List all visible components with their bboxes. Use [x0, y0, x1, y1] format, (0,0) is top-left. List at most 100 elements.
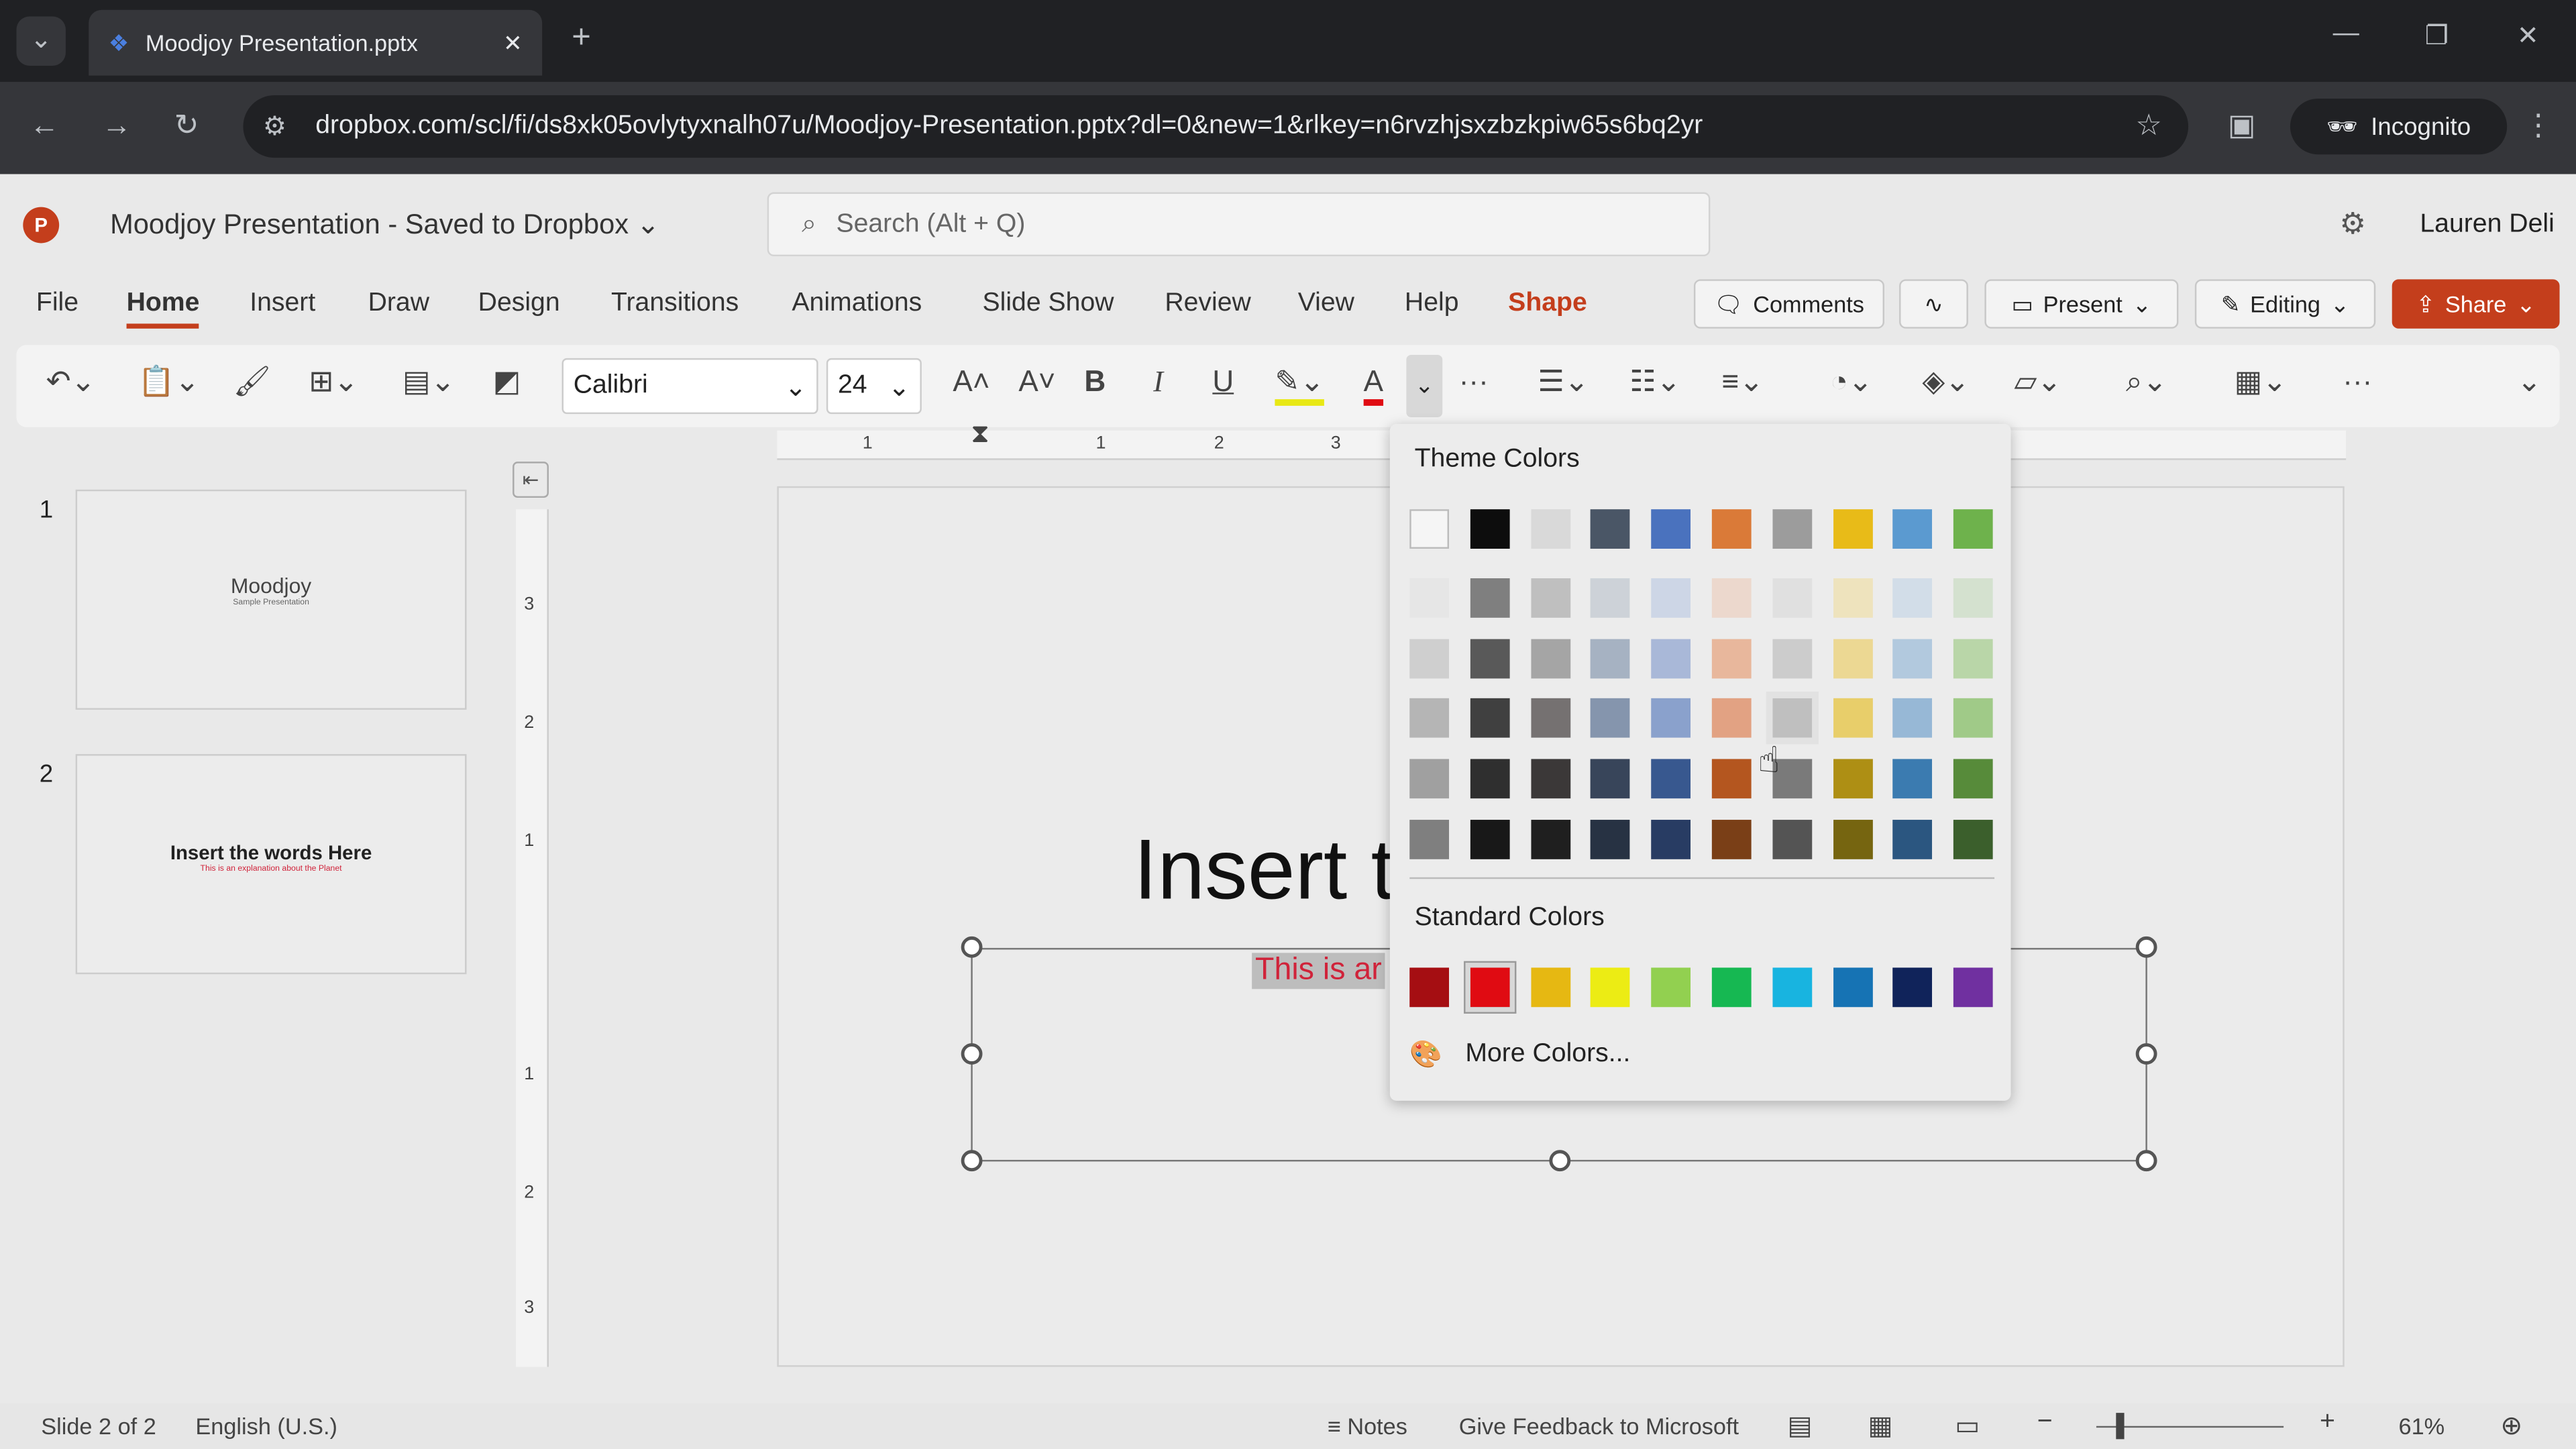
theme-color-swatch[interactable]: [1591, 578, 1631, 618]
find-icon[interactable]: ⌕⌄: [2126, 365, 2167, 399]
theme-color-swatch[interactable]: [1833, 639, 1872, 679]
theme-color-swatch[interactable]: [1711, 509, 1752, 549]
undo-icon[interactable]: ↶⌄: [46, 365, 96, 399]
activity-button[interactable]: ∿: [1899, 279, 1968, 329]
theme-color-swatch[interactable]: [1893, 820, 1933, 859]
theme-color-swatch[interactable]: [1772, 509, 1812, 549]
user-name[interactable]: Lauren Deli: [2420, 210, 2554, 239]
theme-color-swatch[interactable]: [1530, 759, 1570, 799]
theme-color-swatch[interactable]: [1409, 698, 1450, 738]
tab-file[interactable]: File: [36, 289, 78, 319]
slide-thumbnail-1[interactable]: Moodjoy Sample Presentation: [75, 489, 467, 710]
share-button[interactable]: ⇪ Share ⌄: [2392, 279, 2560, 329]
tab-slide-show[interactable]: Slide Show: [983, 289, 1114, 319]
theme-color-swatch[interactable]: [1409, 639, 1450, 679]
font-family-select[interactable]: Calibri ⌄: [561, 358, 818, 415]
standard-color-swatch[interactable]: [1893, 967, 1933, 1008]
selected-subtitle-text[interactable]: This is ar: [1252, 953, 1385, 989]
slide-sorter-icon[interactable]: ▦: [1868, 1409, 1893, 1442]
theme-color-swatch[interactable]: [1651, 509, 1691, 549]
theme-color-swatch[interactable]: [1711, 820, 1752, 859]
theme-color-swatch[interactable]: [1833, 698, 1872, 738]
zoom-slider-thumb[interactable]: [2116, 1413, 2125, 1440]
tab-search-chevron-icon[interactable]: ⌄: [16, 16, 66, 66]
notes-button[interactable]: ≡ Notes: [1328, 1413, 1407, 1439]
theme-color-swatch[interactable]: [1470, 639, 1510, 679]
theme-color-swatch[interactable]: [1651, 698, 1691, 738]
theme-color-swatch[interactable]: [1470, 759, 1510, 799]
standard-color-swatch[interactable]: [1711, 967, 1752, 1008]
expand-ribbon-icon[interactable]: ⌄: [2517, 365, 2542, 399]
theme-color-swatch[interactable]: [1470, 578, 1510, 618]
document-title[interactable]: Moodjoy Presentation - Saved to Dropbox …: [110, 209, 659, 241]
resize-handle[interactable]: [1549, 1150, 1571, 1172]
feedback-link[interactable]: Give Feedback to Microsoft: [1459, 1413, 1739, 1439]
font-size-select[interactable]: 24 ⌄: [826, 358, 922, 415]
resize-handle[interactable]: [961, 1150, 983, 1172]
theme-color-swatch[interactable]: [1711, 639, 1752, 679]
theme-color-swatch[interactable]: [1530, 639, 1570, 679]
reload-icon[interactable]: ↻: [174, 109, 199, 143]
theme-color-swatch[interactable]: [1591, 509, 1631, 549]
theme-color-swatch[interactable]: [1772, 820, 1812, 859]
browser-tab[interactable]: ❖ Moodjoy Presentation.pptx ✕: [89, 9, 543, 76]
reading-view-icon[interactable]: ▭: [1955, 1409, 1980, 1442]
theme-color-swatch[interactable]: [1953, 759, 1994, 799]
zoom-slider[interactable]: [2096, 1426, 2284, 1428]
zoom-in-icon[interactable]: +: [2320, 1408, 2335, 1438]
theme-color-swatch[interactable]: [1591, 820, 1631, 859]
theme-color-swatch[interactable]: [1651, 578, 1691, 618]
present-button[interactable]: ▭ Present ⌄: [1984, 279, 2179, 329]
resize-handle[interactable]: [2135, 1043, 2157, 1065]
theme-color-swatch[interactable]: [1409, 578, 1450, 618]
collapse-pane-icon[interactable]: ⇤: [513, 462, 549, 498]
forward-icon[interactable]: →: [102, 109, 131, 143]
theme-color-swatch[interactable]: [1893, 509, 1933, 549]
bookmark-star-icon[interactable]: ☆: [2135, 109, 2162, 143]
italic-icon[interactable]: I: [1153, 365, 1163, 399]
close-window-icon[interactable]: ✕: [2517, 19, 2539, 52]
restore-icon[interactable]: ❐: [2425, 19, 2449, 52]
language-status[interactable]: English (U.S.): [195, 1413, 337, 1439]
shapes-icon[interactable]: ◔⌄: [1830, 365, 1873, 399]
theme-color-swatch[interactable]: [1470, 820, 1510, 859]
theme-color-swatch[interactable]: [1893, 698, 1933, 738]
standard-color-swatch[interactable]: [1530, 967, 1570, 1008]
shape-outline-icon[interactable]: ▱⌄: [2014, 365, 2061, 399]
theme-color-swatch[interactable]: [1470, 698, 1510, 738]
standard-color-swatch[interactable]: [1651, 967, 1691, 1008]
layout-icon[interactable]: ▤⌄: [402, 365, 455, 399]
new-tab-icon[interactable]: +: [572, 19, 591, 57]
numbering-icon[interactable]: ☷⌄: [1629, 365, 1680, 399]
tab-help[interactable]: Help: [1405, 289, 1459, 319]
theme-color-swatch[interactable]: [1591, 759, 1631, 799]
theme-color-swatch[interactable]: [1530, 509, 1570, 549]
browser-menu-icon[interactable]: ⋮: [2524, 109, 2553, 143]
theme-color-swatch[interactable]: [1651, 639, 1691, 679]
grow-font-icon[interactable]: A˄: [953, 365, 989, 399]
resize-handle[interactable]: [2135, 936, 2157, 958]
tab-shape[interactable]: Shape: [1508, 289, 1587, 319]
theme-color-swatch[interactable]: [1953, 639, 1994, 679]
theme-color-swatch[interactable]: [1953, 698, 1994, 738]
align-icon[interactable]: ≡⌄: [1722, 365, 1764, 399]
tab-animations[interactable]: Animations: [792, 289, 922, 319]
zoom-level[interactable]: 61%: [2399, 1413, 2445, 1439]
zoom-out-icon[interactable]: −: [2037, 1408, 2053, 1438]
comments-button[interactable]: 🗨 Comments: [1693, 279, 1885, 329]
theme-color-swatch[interactable]: [1530, 698, 1570, 738]
new-slide-icon[interactable]: ⊞⌄: [309, 365, 358, 399]
paste-icon[interactable]: 📋⌄: [138, 365, 200, 399]
normal-view-icon[interactable]: ▤: [1788, 1409, 1813, 1442]
tab-design[interactable]: Design: [478, 289, 560, 319]
theme-color-swatch[interactable]: [1591, 698, 1631, 738]
close-tab-icon[interactable]: ✕: [503, 29, 523, 57]
tab-review[interactable]: Review: [1165, 289, 1250, 319]
tab-draw[interactable]: Draw: [368, 289, 429, 319]
tab-transitions[interactable]: Transitions: [611, 289, 739, 319]
more-colors-button[interactable]: 🎨 More Colors...: [1409, 1038, 1630, 1071]
arrange-icon[interactable]: ▦⌄: [2235, 365, 2288, 399]
font-color-dropdown-button[interactable]: ⌄: [1406, 354, 1443, 418]
shape-fill-icon[interactable]: ◈⌄: [1922, 365, 1970, 399]
standard-color-swatch[interactable]: [1772, 967, 1812, 1008]
